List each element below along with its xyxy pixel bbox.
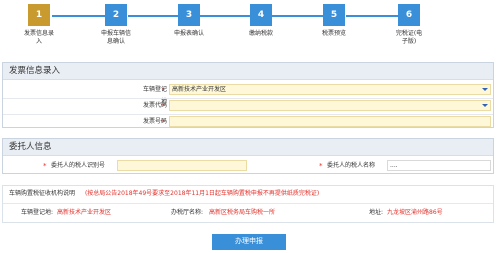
- office-name-value: 高新区税务局车购税一所: [209, 209, 276, 216]
- step-4: 4 缴纳税款: [238, 4, 284, 38]
- step-number: 6: [398, 4, 420, 26]
- step-label: 缴纳税款: [248, 30, 273, 37]
- step-number: 3: [178, 4, 200, 26]
- notice-text: (按总局公告2018年49号要求至2018年11月1日起车辆购置税申报不再提供纸…: [84, 190, 320, 197]
- step-number: 2: [105, 4, 127, 26]
- step-label: 申报表确认: [173, 30, 204, 37]
- step-6: 6 完税证(电 子版): [386, 4, 432, 46]
- agent-id-label: 委托人的税人识别号: [51, 162, 106, 169]
- chevron-down-icon: [482, 104, 488, 107]
- agent-id-input[interactable]: [117, 160, 247, 171]
- office-info-row: 车辆登记地: 高新技术产业开发区 办税厅名称: 高新区税务局车购税一所 地址: …: [3, 207, 493, 219]
- office-address-label: 地址:: [369, 209, 384, 216]
- agent-name-value: ....: [390, 162, 398, 169]
- invoice-code-label: 发票代码: [142, 102, 167, 109]
- submit-declaration-button[interactable]: 办理申报: [212, 234, 286, 250]
- office-name-label: 办税厅名称:: [171, 209, 204, 216]
- progress-stepper: 1 发票信息录 入 2 申报车辆信 息确认 3 申报表确认 4 缴纳税款 5 税…: [0, 0, 500, 58]
- row-divider: [3, 114, 493, 115]
- office-reg-place-label: 车辆登记地:: [21, 209, 54, 216]
- office-address-value: 九龙坡区渝州路86号: [387, 209, 443, 216]
- notice-title: 车辆购置税征收机构说明: [9, 190, 76, 197]
- row-divider: [3, 203, 493, 204]
- step-number: 5: [323, 4, 345, 26]
- step-3: 3 申报表确认: [166, 4, 212, 38]
- reg-place-select[interactable]: 高新技术产业开发区: [169, 84, 491, 95]
- agent-name-label: 委托人的税人名称: [327, 162, 376, 169]
- step-number: 4: [250, 4, 272, 26]
- step-number: 1: [28, 4, 50, 26]
- step-2: 2 申报车辆信 息确认: [93, 4, 139, 46]
- agent-name-input[interactable]: ....: [387, 160, 491, 171]
- agent-info-panel: 委托人信息 * 委托人的税人识别号 * 委托人的税人名称 ....: [2, 138, 494, 174]
- notice-row: 车辆购置税征收机构说明 (按总局公告2018年49号要求至2018年11月1日起…: [9, 188, 489, 200]
- section-title: 发票信息录入: [3, 63, 493, 80]
- invoice-code-row: * 发票代码: [3, 100, 493, 112]
- step-label: 申报车辆信 息确认: [100, 30, 131, 45]
- invoice-number-input[interactable]: [169, 116, 491, 127]
- step-label: 税票预览: [321, 30, 346, 37]
- required-asterisk: *: [319, 162, 323, 170]
- invoice-code-select[interactable]: [169, 100, 491, 111]
- invoice-number-row: * 发票号码: [3, 116, 493, 128]
- row-divider: [3, 98, 493, 99]
- step-label: 发票信息录 入: [23, 30, 54, 45]
- step-label: 完税证(电 子版): [395, 30, 423, 45]
- invoice-number-label: 发票号码: [142, 118, 167, 125]
- step-5: 5 税票预览: [311, 4, 357, 38]
- invoice-info-panel: 发票信息录入 * 车辆登记地 高新技术产业开发区 * 发票代码 * 发票号码: [2, 62, 494, 128]
- tax-office-panel: 车辆购置税征收机构说明 (按总局公告2018年49号要求至2018年11月1日起…: [2, 185, 494, 223]
- required-asterisk: *: [43, 162, 47, 170]
- reg-place-row: * 车辆登记地 高新技术产业开发区: [3, 84, 493, 105]
- office-reg-place-value: 高新技术产业开发区: [57, 209, 112, 216]
- chevron-down-icon: [482, 88, 488, 91]
- agent-row: * 委托人的税人识别号 * 委托人的税人名称 ....: [3, 160, 493, 172]
- reg-place-value: 高新技术产业开发区: [172, 86, 227, 93]
- step-1: 1 发票信息录 入: [16, 4, 62, 46]
- section-title: 委托人信息: [3, 139, 493, 156]
